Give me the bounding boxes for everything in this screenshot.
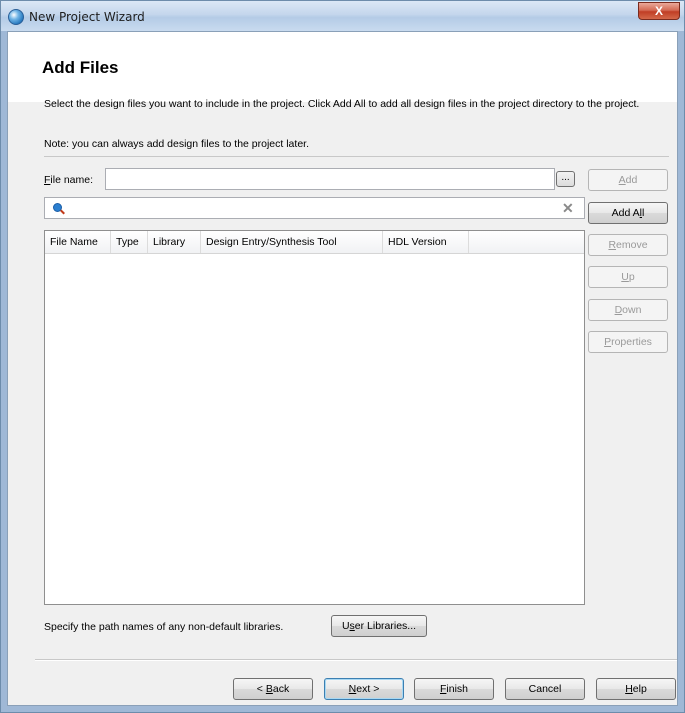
close-icon: X	[654, 4, 663, 18]
properties-button[interactable]: Properties	[588, 331, 668, 353]
column-header-library[interactable]: Library	[148, 231, 201, 253]
page-note: Note: you can always add design files to…	[44, 138, 309, 150]
down-button[interactable]: Down	[588, 299, 668, 321]
page-description: Select the design files you want to incl…	[44, 98, 640, 110]
column-header-design-entry-tool[interactable]: Design Entry/Synthesis Tool	[201, 231, 383, 253]
browse-label: ...	[561, 172, 570, 183]
remove-button[interactable]: Remove	[588, 234, 668, 256]
dialog-body: Add Files Select the design files you wa…	[7, 31, 678, 706]
file-name-input[interactable]	[105, 168, 555, 190]
files-table[interactable]: File Name Type Library Design Entry/Synt…	[44, 230, 585, 605]
window-title: New Project Wizard	[29, 10, 145, 24]
add-all-button[interactable]: Add All	[588, 202, 668, 224]
page-title: Add Files	[42, 58, 119, 77]
title-bar[interactable]: New Project Wizard X	[1, 1, 684, 31]
browse-button[interactable]: ...	[556, 171, 575, 187]
next-button[interactable]: Next >	[324, 678, 404, 700]
filter-input[interactable]: ✕	[44, 197, 585, 219]
cancel-button[interactable]: Cancel	[505, 678, 585, 700]
search-icon-handle	[60, 209, 65, 215]
help-button[interactable]: Help	[596, 678, 676, 700]
header-separator	[44, 156, 669, 157]
libraries-hint: Specify the path names of any non-defaul…	[44, 621, 284, 633]
footer-separator	[35, 659, 677, 661]
finish-button[interactable]: Finish	[414, 678, 494, 700]
table-header: File Name Type Library Design Entry/Synt…	[45, 231, 584, 254]
column-header-hdl-version[interactable]: HDL Version	[383, 231, 469, 253]
up-button[interactable]: Up	[588, 266, 668, 288]
back-button[interactable]: < Back	[233, 678, 313, 700]
wizard-window: New Project Wizard X Add Files Select th…	[0, 0, 685, 713]
app-logo-icon	[8, 9, 24, 25]
add-button[interactable]: Add	[588, 169, 668, 191]
user-libraries-button[interactable]: User Libraries...	[331, 615, 427, 637]
close-button[interactable]: X	[638, 2, 680, 20]
clear-icon[interactable]: ✕	[562, 200, 574, 217]
file-name-label: File name:	[44, 174, 94, 186]
column-header-file-name[interactable]: File Name	[45, 231, 111, 253]
column-header-type[interactable]: Type	[111, 231, 148, 253]
